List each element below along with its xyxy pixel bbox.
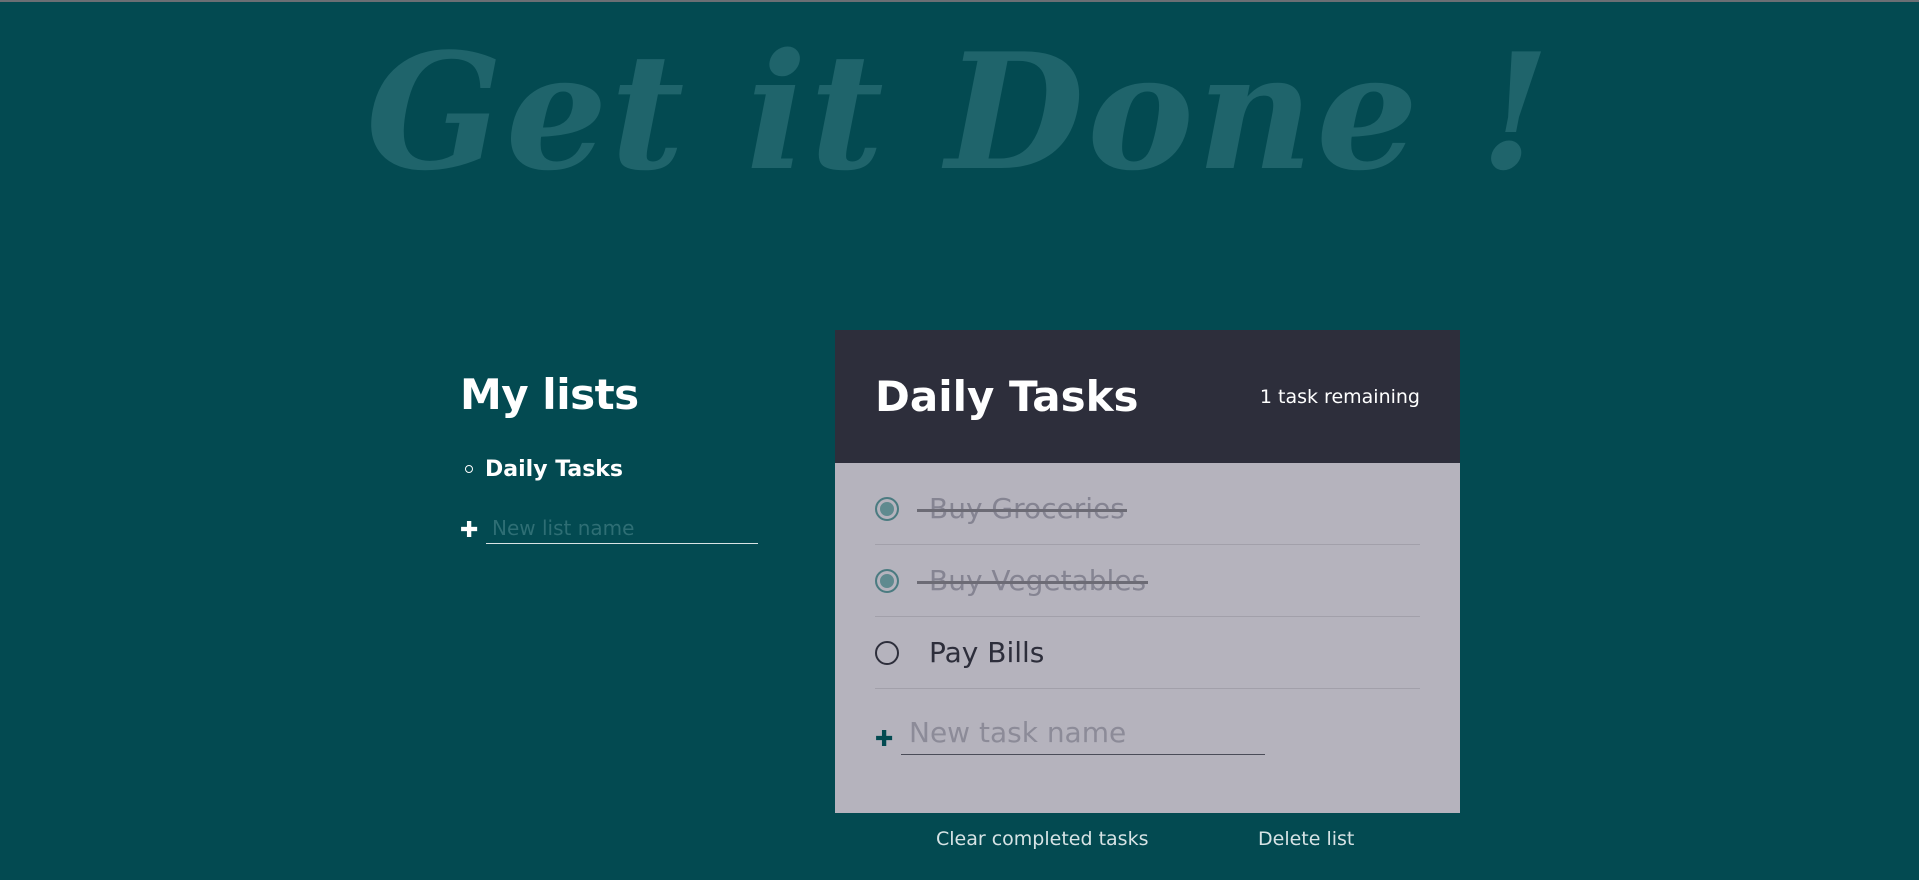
delete-list-button[interactable]: Delete list	[1258, 828, 1354, 850]
new-list-input[interactable]	[486, 512, 758, 544]
tasks-header: Daily Tasks 1 task remaining	[835, 330, 1460, 463]
tasks-card: Daily Tasks 1 task remaining Buy Groceri…	[835, 330, 1460, 813]
checkbox-checked-icon[interactable]	[875, 568, 899, 593]
list-item-daily-tasks[interactable]: Daily Tasks	[460, 454, 760, 484]
new-task-input[interactable]	[901, 711, 1265, 755]
task-item[interactable]: Pay Bills	[875, 617, 1420, 689]
checkbox-unchecked-icon[interactable]	[875, 640, 899, 665]
task-label: Buy Vegetables	[916, 564, 1149, 597]
plus-icon[interactable]: ✚	[875, 725, 901, 755]
circle-bullet-icon	[465, 465, 473, 473]
new-list-form: ✚	[460, 512, 760, 544]
tasks-body: Buy Groceries Buy Vegetables Pay Bills ✚	[835, 463, 1460, 813]
clear-completed-button[interactable]: Clear completed tasks	[936, 828, 1148, 850]
lists-panel: My lists Daily Tasks ✚	[460, 370, 760, 544]
list-item-label: Daily Tasks	[485, 456, 624, 482]
task-item[interactable]: Buy Groceries	[875, 473, 1420, 545]
tasks-title: Daily Tasks	[875, 372, 1139, 421]
task-item[interactable]: Buy Vegetables	[875, 545, 1420, 617]
task-count: 1 task remaining	[1259, 385, 1420, 408]
task-label: Pay Bills	[929, 636, 1045, 669]
app-title: Get it Done !	[366, 18, 1553, 206]
list-items: Daily Tasks	[460, 454, 760, 484]
task-label: Buy Groceries	[917, 492, 1127, 525]
checkbox-checked-icon[interactable]	[875, 496, 899, 521]
lists-title: My lists	[460, 370, 639, 419]
new-task-form: ✚	[875, 711, 1420, 755]
plus-icon[interactable]: ✚	[460, 518, 486, 544]
card-footer: Clear completed tasks Delete list	[835, 828, 1460, 858]
